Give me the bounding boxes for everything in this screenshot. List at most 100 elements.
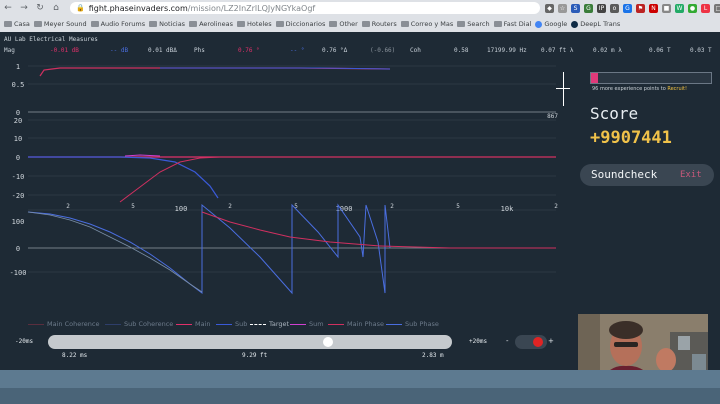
wavelength-ft: 0.07 ft λ <box>541 47 574 54</box>
bookmark-item[interactable]: Fast Dial <box>493 20 531 28</box>
extension-icon[interactable]: L <box>701 3 710 13</box>
flag-icon[interactable]: ⚑ <box>636 3 645 13</box>
freq-tick: 2 <box>554 203 558 210</box>
folder-icon <box>329 21 338 27</box>
rank-label: Recruit! <box>667 86 688 92</box>
freq-tick: 100 <box>175 205 188 213</box>
freq-tick: 2 <box>390 203 394 210</box>
phase-tick: 100 <box>12 218 25 226</box>
back-icon[interactable]: ← <box>0 0 16 16</box>
address-bar[interactable]: 🔒 fight.phaseinvaders.com /mission/LZ2In… <box>70 2 540 14</box>
netflix-icon[interactable]: N <box>649 3 658 13</box>
url-host: fight.phaseinvaders.com <box>88 3 188 13</box>
extension-icon[interactable]: S <box>571 3 580 13</box>
home-icon[interactable]: ⌂ <box>48 0 64 16</box>
bookmark-item[interactable]: Other <box>329 20 358 28</box>
volume-up-button[interactable]: + <box>548 337 554 345</box>
app-area: AU Lab Electrical Measures Mag -0.01 dB … <box>0 32 720 386</box>
freq-value: 17199.99 Hz <box>487 47 527 54</box>
bottom-area <box>0 370 720 404</box>
legend-item[interactable]: Sub Phase <box>386 320 439 328</box>
freq-tick: 5 <box>456 203 460 210</box>
mag-tick: 20 <box>14 117 22 125</box>
key-icon[interactable]: ◆ <box>545 3 554 13</box>
readout-ft: 9.29 ft <box>242 352 268 359</box>
legend-item[interactable]: Sum <box>290 320 324 328</box>
folder-icon <box>400 21 409 27</box>
bookmark-item[interactable]: Correo y Mas <box>400 20 453 28</box>
folder-icon <box>275 21 284 27</box>
extension-icon[interactable]: G <box>623 3 632 13</box>
soundcheck-button[interactable]: Soundcheck <box>591 168 657 181</box>
extension-icon[interactable]: ■ <box>662 3 671 13</box>
bookmark-item[interactable]: Aerolineas <box>189 20 233 28</box>
page-title: AU Lab Electrical Measures <box>4 36 98 43</box>
bookmark-item[interactable]: Casa <box>4 20 30 28</box>
mag-label: Mag <box>4 47 15 54</box>
coh-tick: 0 <box>16 109 20 117</box>
delay-transport: -20ms +20ms 8.22 ms 9.29 ft 2.83 m - + <box>0 334 560 364</box>
legend-item[interactable]: Main <box>176 320 211 328</box>
exit-button[interactable]: Exit <box>680 170 702 180</box>
legend-item[interactable]: Main Coherence <box>28 320 99 328</box>
bookmark-item[interactable]: Audio Forums <box>90 20 145 28</box>
sub-magnitude-line <box>28 156 219 199</box>
legend-item[interactable]: Target <box>250 320 289 328</box>
bookmark-item[interactable]: Hoteles <box>237 20 272 28</box>
google-icon <box>535 20 543 28</box>
bookmark-item[interactable]: Noticias <box>149 20 185 28</box>
mag-secondary: -- dB <box>110 47 129 54</box>
phase-tick: -100 <box>10 269 27 277</box>
freq-tick: 10k <box>501 205 514 213</box>
extension-icon[interactable]: IP <box>597 3 606 13</box>
target-magnitude-line <box>124 154 161 157</box>
extension-icon[interactable]: ● <box>688 3 697 13</box>
sub-phase-line <box>27 203 391 295</box>
folder-icon <box>33 21 42 27</box>
legend-item[interactable]: Sub Coherence <box>105 320 173 328</box>
delay-max-label: +20ms <box>469 338 488 345</box>
forward-icon[interactable]: → <box>16 0 32 16</box>
mag-delta: 0.01 dBΔ <box>148 47 177 54</box>
coh-tick: 1 <box>16 63 20 71</box>
coh-label: Coh <box>410 47 421 54</box>
reload-icon[interactable]: ↻ <box>32 0 48 16</box>
period-t: 0.06 T <box>649 47 671 54</box>
delay-slider-knob[interactable] <box>323 337 333 347</box>
browser-chrome: ← → ↻ ⌂ 🔒 fight.phaseinvaders.com /missi… <box>0 0 720 32</box>
right-value: 867 <box>547 113 558 120</box>
folder-icon <box>361 21 370 27</box>
period-2t: 0.03 T <box>690 47 712 54</box>
volume-indicator[interactable] <box>533 337 543 347</box>
legend-item[interactable]: Sub <box>216 320 247 328</box>
phs-delta: 0.76 °Δ <box>322 47 348 54</box>
bottom-strip <box>0 370 720 388</box>
bookmarks-bar: Casa Meyer Sound Audio Forums Noticias A… <box>0 16 720 32</box>
extension-icon[interactable]: W <box>675 3 684 13</box>
folder-icon <box>149 21 158 27</box>
extension-icon[interactable]: G <box>584 3 593 13</box>
bookmark-item[interactable]: Routers <box>361 20 397 28</box>
bookmark-item[interactable]: Google <box>535 20 567 28</box>
mag-tick: -10 <box>12 173 25 181</box>
bookmark-item[interactable]: Meyer Sound <box>33 20 87 28</box>
freq-tick: 2 <box>228 203 232 210</box>
delay-slider[interactable] <box>48 335 452 349</box>
freq-tick: 2 <box>66 203 70 210</box>
bookmark-item[interactable]: Search <box>457 20 490 28</box>
address-row: ← → ↻ ⌂ 🔒 fight.phaseinvaders.com /missi… <box>0 0 720 16</box>
volume-down-button[interactable]: - <box>506 337 509 345</box>
volume-toggle[interactable] <box>515 335 547 349</box>
bookmark-item[interactable]: DeepL Trans <box>571 20 620 28</box>
legend-item[interactable]: Main Phase <box>328 320 384 328</box>
extension-icon[interactable]: o <box>610 3 619 13</box>
bookmark-item[interactable]: Diccionarios <box>275 20 325 28</box>
experience-text: 96 more experience points to Recruit! <box>592 86 688 92</box>
star-icon[interactable]: ☆ <box>558 3 567 13</box>
mag-tick: -20 <box>12 192 25 200</box>
lock-icon: 🔒 <box>76 4 85 12</box>
puzzle-icon[interactable]: □ <box>714 3 720 13</box>
cursor-crosshair-vertical <box>563 72 564 106</box>
coh-tick: 0.5 <box>12 81 25 89</box>
folder-icon <box>237 21 246 27</box>
